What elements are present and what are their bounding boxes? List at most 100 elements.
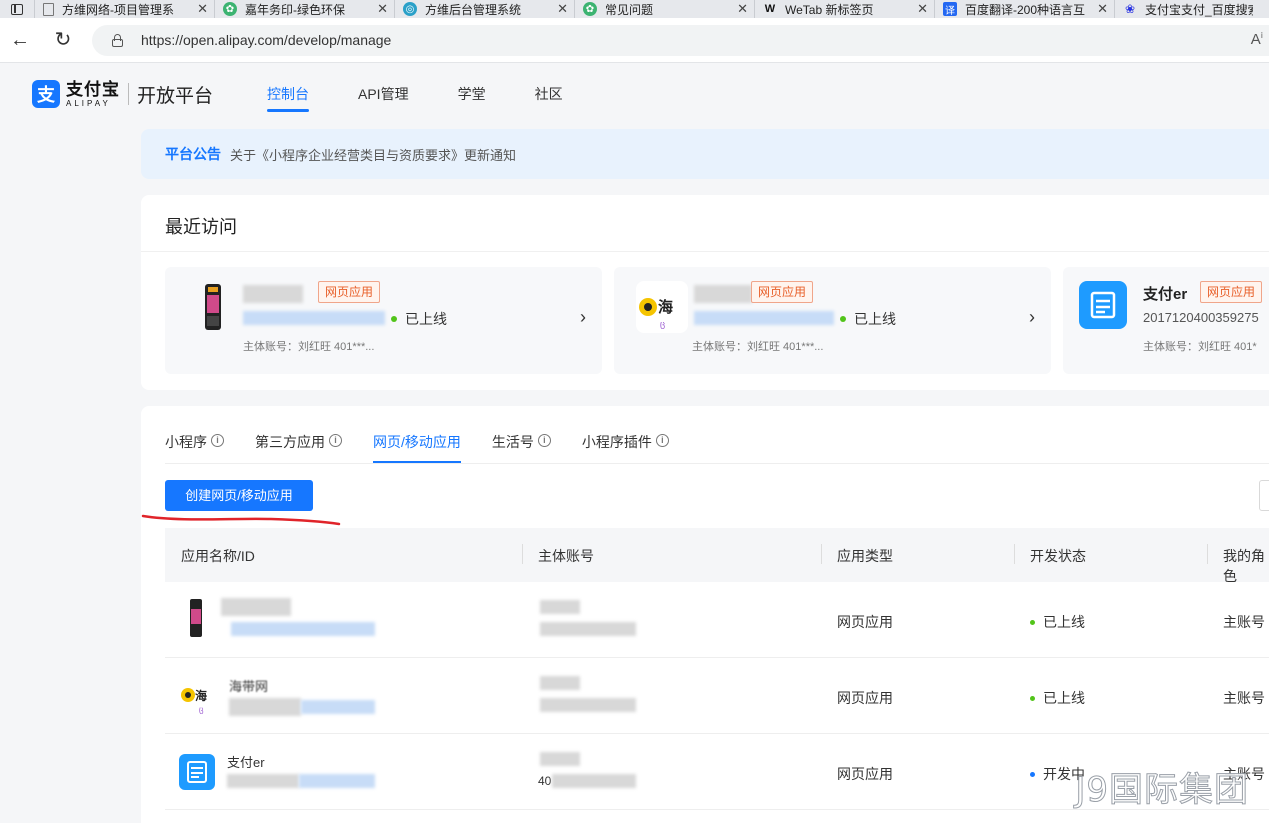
nav-community[interactable]: 社区: [535, 84, 563, 112]
document-icon: [43, 2, 54, 16]
info-icon[interactable]: i: [655, 434, 669, 447]
app-type-tag: 网页应用: [751, 281, 814, 303]
my-role: 主账号: [1223, 614, 1265, 630]
browser-tab[interactable]: ◎ 方维后台管理系统 ✕: [394, 0, 574, 18]
redacted-account: [540, 752, 580, 766]
dev-status: 已上线: [1030, 688, 1085, 708]
watermark: J9国际集团: [1075, 770, 1249, 811]
owner-account: 主体账号：刘红旺 401*: [1143, 341, 1257, 353]
nav-academy[interactable]: 学堂: [458, 84, 486, 112]
filter-button[interactable]: [1259, 480, 1269, 511]
app-thumbnail: [1079, 281, 1127, 329]
globe-icon: ◎: [403, 2, 417, 16]
browser-tab[interactable]: 译 百度翻译-200种语言互 ✕: [934, 0, 1114, 18]
app-status: 已上线: [840, 309, 896, 329]
column-separator: [1014, 544, 1015, 564]
divider: [141, 251, 1269, 252]
redacted-name: [221, 598, 291, 616]
logo-divider: [128, 83, 129, 105]
tab-web-mobile-app[interactable]: 网页/移动应用: [373, 432, 461, 463]
close-icon[interactable]: ✕: [197, 1, 208, 17]
my-role: 主账号: [1223, 690, 1265, 706]
browser-tab[interactable]: ✿ 常见问题 ✕: [574, 0, 754, 18]
app-thumbnail: [179, 754, 215, 790]
app-type: 网页应用: [837, 614, 893, 630]
redacted-account: [552, 774, 636, 788]
tab-actions-icon[interactable]: [0, 0, 34, 18]
redacted-id: [694, 311, 834, 325]
close-icon[interactable]: ✕: [377, 1, 388, 17]
app-type-tag: 网页应用: [1200, 281, 1263, 303]
redacted-account: [540, 676, 580, 690]
back-arrow-icon[interactable]: ←: [10, 30, 30, 50]
read-aloud-icon[interactable]: Aⅰ: [1251, 31, 1263, 48]
table-header: 应用名称/ID 主体账号 应用类型 开发状态 我的角色: [165, 528, 1269, 584]
app-type-tag: 网页应用: [318, 281, 381, 303]
recent-visits-panel: 最近访问 网页应用 已上线 主体账号：刘红旺 401***... › 海 ც 网…: [141, 195, 1269, 390]
chevron-right-icon[interactable]: ›: [1029, 307, 1035, 328]
table-row[interactable]: 网页应用 已上线 主账号: [165, 582, 1269, 658]
column-header: 应用名称/ID: [181, 548, 255, 564]
app-id: 2017120400359275: [1143, 310, 1259, 325]
status-dot: [391, 316, 397, 322]
main-nav: 控制台 API管理 学堂 社区: [267, 84, 611, 112]
wetab-icon: W: [764, 3, 776, 15]
alipay-logo[interactable]: 支 支付宝 ALIPAY 开放平台: [32, 79, 213, 109]
divider: [165, 463, 1269, 464]
close-icon[interactable]: ✕: [737, 1, 748, 17]
app-thumbnail: 海 ც: [179, 678, 219, 718]
recent-app-card[interactable]: 支付er 网页应用 2017120400359275 主体账号：刘红旺 401*: [1063, 267, 1269, 374]
column-header: 我的角色: [1223, 548, 1265, 584]
create-web-mobile-app-button[interactable]: 创建网页/移动应用: [165, 480, 313, 511]
status-dot: [1030, 771, 1035, 777]
column-separator: [1207, 544, 1208, 564]
chevron-right-icon[interactable]: ›: [580, 307, 586, 328]
status-dot: [1030, 619, 1035, 625]
info-icon[interactable]: i: [329, 434, 342, 447]
reload-icon[interactable]: ↻: [53, 30, 73, 50]
browser-tab[interactable]: 方维网络-项目管理系 ✕: [34, 0, 214, 18]
owner-account: 40: [538, 774, 552, 788]
column-header: 主体账号: [538, 548, 594, 564]
close-icon[interactable]: ✕: [1097, 1, 1108, 17]
nav-api-management[interactable]: API管理: [358, 84, 409, 112]
redacted-id: [231, 622, 375, 636]
redacted-id: [227, 774, 299, 788]
recent-visits-title: 最近访问: [165, 217, 237, 237]
redacted-account: [540, 600, 580, 614]
close-icon[interactable]: ✕: [557, 1, 568, 17]
tab-life-account[interactable]: 生活号 i: [492, 432, 551, 463]
recent-app-card[interactable]: 网页应用 已上线 主体账号：刘红旺 401***... ›: [165, 267, 602, 374]
app-name: 支付er: [1143, 286, 1188, 303]
browser-tab[interactable]: ✿ 嘉年务印-绿色环保 ✕: [214, 0, 394, 18]
redacted-name: [243, 285, 303, 303]
app-type: 网页应用: [837, 690, 893, 706]
tab-mini-program[interactable]: 小程序 i: [165, 432, 224, 463]
recent-app-card[interactable]: 海 ც 网页应用 已上线 主体账号：刘红旺 401***... ›: [614, 267, 1051, 374]
apps-panel: 小程序 i 第三方应用 i 网页/移动应用 生活号 i 小程序插件 i 创建网页/移动应…: [141, 406, 1269, 823]
leaf-icon: ✿: [223, 2, 237, 16]
url-text[interactable]: https://open.alipay.com/develop/manage: [141, 32, 391, 48]
browser-tab[interactable]: ❀ 支付宝支付_百度搜索: [1114, 0, 1259, 18]
table-row[interactable]: 海 ც 海带网 网页应用 已上线 主账号: [165, 658, 1269, 734]
browser-tab[interactable]: W WeTab 新标签页 ✕: [754, 0, 934, 18]
browser-toolbar: ← ↻ https://open.alipay.com/develop/mana…: [0, 18, 1269, 63]
app-status: 已上线: [391, 309, 447, 329]
leaf-icon: ✿: [583, 2, 597, 16]
redacted-account: [540, 622, 636, 636]
nav-console[interactable]: 控制台: [267, 84, 309, 112]
translate-icon: 译: [943, 2, 957, 17]
address-bar[interactable]: https://open.alipay.com/develop/manage A…: [92, 25, 1269, 56]
close-icon[interactable]: ✕: [917, 1, 928, 17]
column-header: 开发状态: [1030, 548, 1086, 564]
notice-label: 平台公告: [165, 146, 221, 162]
redacted-id: [243, 311, 385, 325]
notice-link[interactable]: 关于《小程序企业经营类目与资质要求》更新通知: [230, 145, 516, 164]
tab-mini-program-plugin[interactable]: 小程序插件 i: [582, 432, 669, 463]
info-icon[interactable]: i: [211, 434, 224, 447]
redacted-name: [694, 285, 752, 303]
red-underline-annotation: [141, 514, 341, 526]
info-icon[interactable]: i: [537, 434, 551, 447]
tab-third-party-app[interactable]: 第三方应用 i: [255, 432, 342, 463]
browser-tab-strip: 方维网络-项目管理系 ✕ ✿ 嘉年务印-绿色环保 ✕ ◎ 方维后台管理系统 ✕ …: [0, 0, 1269, 18]
